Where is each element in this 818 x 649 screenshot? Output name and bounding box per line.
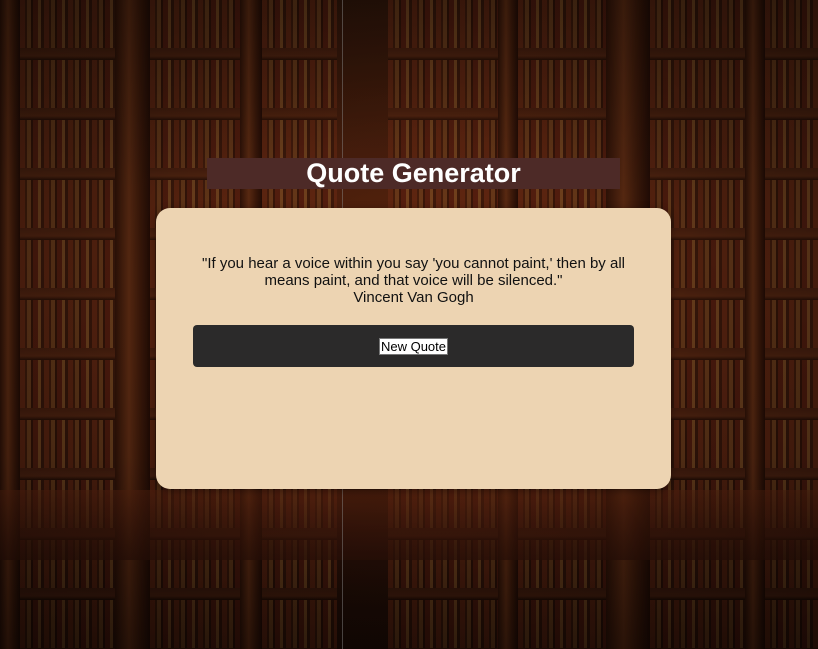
quote-text: "If you hear a voice within you say 'you… [202,255,625,289]
title-bar: Quote Generator [207,158,620,189]
button-bar: New Quote [193,325,634,367]
quote-author: Vincent Van Gogh [353,289,474,306]
page: Quote Generator "If you hear a voice wit… [0,0,818,649]
page-title: Quote Generator [306,158,521,188]
quote-card: "If you hear a voice within you say 'you… [156,208,671,489]
quote-block: "If you hear a voice within you say 'you… [196,255,631,306]
new-quote-button[interactable]: New Quote [378,337,449,355]
